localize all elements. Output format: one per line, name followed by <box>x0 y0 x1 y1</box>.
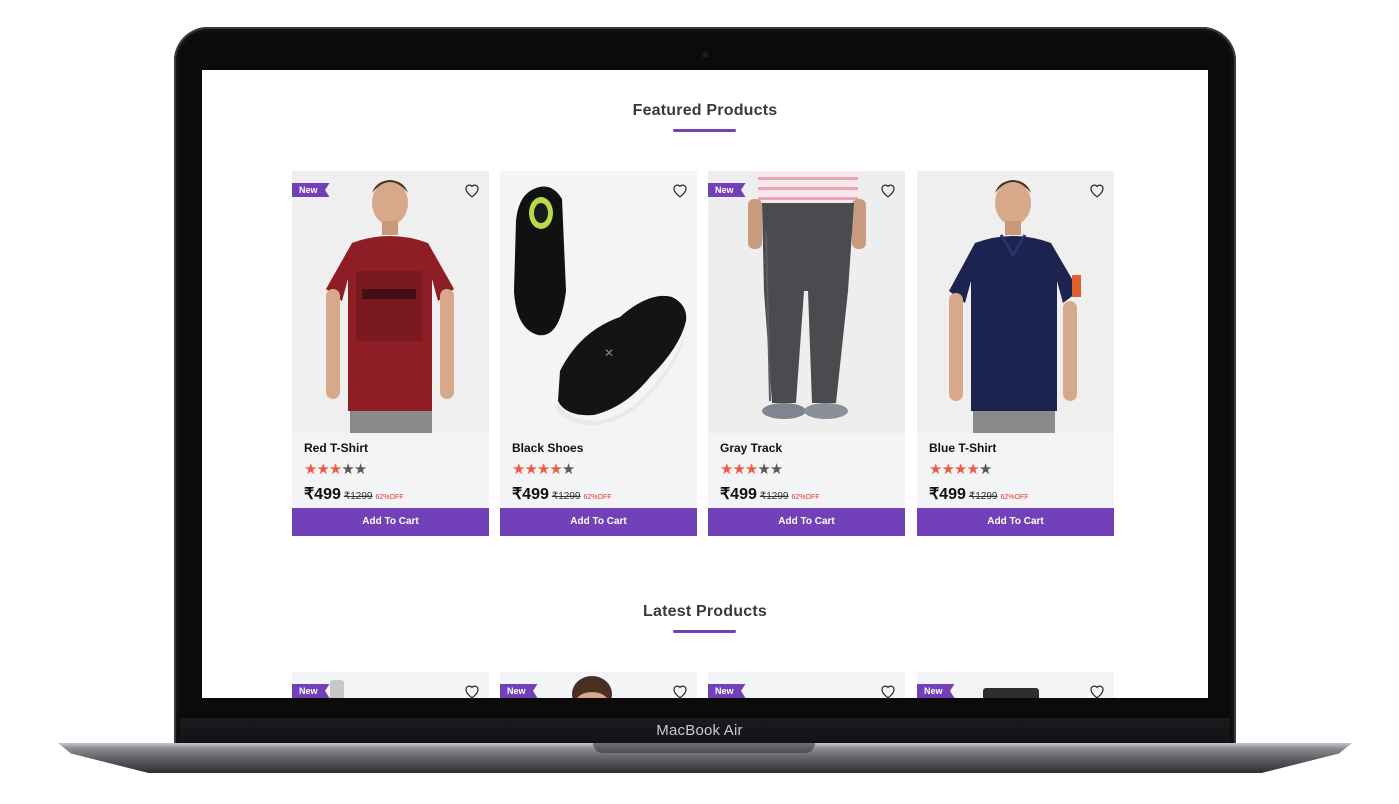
discount: 62%OFF <box>791 494 820 501</box>
product-name[interactable]: Red T-Shirt <box>304 441 368 455</box>
star-icon: ★ <box>757 461 770 478</box>
laptop-notch <box>593 743 815 753</box>
heart-outline-icon[interactable] <box>463 181 481 199</box>
camera-icon <box>702 52 708 58</box>
old-price: ₹1299 <box>343 491 373 502</box>
heart-outline-icon[interactable] <box>1088 682 1106 698</box>
discount: 62%OFF <box>375 494 404 501</box>
product-card[interactable]: New <box>292 672 489 698</box>
product-image[interactable]: ✕ <box>500 171 697 433</box>
svg-text:✕: ✕ <box>604 346 614 360</box>
old-price: ₹1299 <box>551 491 581 502</box>
add-to-cart-button[interactable]: Add To Cart <box>708 508 905 536</box>
product-card[interactable]: New Gray Track ★★★★★ ₹499 ₹1299 62%OFF Add… <box>708 171 905 536</box>
star-icon: ★ <box>929 461 942 478</box>
star-icon: ★ <box>316 461 329 478</box>
star-icon: ★ <box>732 461 745 478</box>
heart-outline-icon[interactable] <box>463 682 481 698</box>
heart-outline-icon[interactable] <box>1088 181 1106 199</box>
rating-stars: ★★★★★ <box>304 461 367 478</box>
star-icon: ★ <box>769 461 783 478</box>
heart-outline-icon[interactable] <box>671 682 689 698</box>
add-to-cart-button[interactable]: Add To Cart <box>917 508 1114 536</box>
blue-tshirt-photo <box>917 171 1114 433</box>
star-icon: ★ <box>353 461 367 478</box>
star-icon: ★ <box>966 461 979 478</box>
star-icon: ★ <box>953 461 967 478</box>
new-badge: New <box>292 183 330 197</box>
device-label: MacBook Air <box>656 722 743 739</box>
black-shoes-photo: ✕ <box>500 171 697 433</box>
price-row: ₹499 ₹1299 62%OFF <box>929 484 1029 504</box>
new-badge: New <box>500 684 538 698</box>
featured-title-underline <box>673 129 736 132</box>
heart-outline-icon[interactable] <box>879 682 897 698</box>
price: ₹499 <box>929 486 966 503</box>
product-card[interactable]: Blue T-Shirt ★★★★★ ₹499 ₹1299 62%OFF Add T… <box>917 171 1114 536</box>
price-row: ₹499 ₹1299 62%OFF <box>512 484 612 504</box>
price-row: ₹499 ₹1299 62%OFF <box>720 484 820 504</box>
star-icon: ★ <box>304 461 317 478</box>
price: ₹499 <box>720 486 757 503</box>
red-tshirt-photo <box>292 171 489 433</box>
new-badge: New <box>708 183 746 197</box>
price: ₹499 <box>512 486 549 503</box>
rating-stars: ★★★★★ <box>929 461 992 478</box>
screen: Featured Products New Red T-Shirt ★★★★★ … <box>202 70 1208 698</box>
new-badge: New <box>917 684 955 698</box>
star-icon: ★ <box>341 461 354 478</box>
star-icon: ★ <box>328 461 342 478</box>
product-card[interactable]: New <box>500 672 697 698</box>
product-image[interactable] <box>917 171 1114 433</box>
product-card[interactable]: New <box>917 672 1114 698</box>
discount: 62%OFF <box>583 494 612 501</box>
star-icon: ★ <box>978 461 992 478</box>
price: ₹499 <box>304 486 341 503</box>
heart-outline-icon[interactable] <box>879 181 897 199</box>
star-icon: ★ <box>512 461 525 478</box>
star-icon: ★ <box>941 461 954 478</box>
product-card[interactable]: ✕ Black Shoes ★★★★★ ₹499 ₹1299 62%OFF Add … <box>500 171 697 536</box>
product-card[interactable]: New <box>708 672 905 698</box>
star-icon: ★ <box>536 461 550 478</box>
old-price: ₹1299 <box>759 491 789 502</box>
latest-title: Latest Products <box>643 603 767 620</box>
rating-stars: ★★★★★ <box>720 461 783 478</box>
heart-outline-icon[interactable] <box>671 181 689 199</box>
discount: 62%OFF <box>1000 494 1029 501</box>
add-to-cart-button[interactable]: Add To Cart <box>292 508 489 536</box>
add-to-cart-button[interactable]: Add To Cart <box>500 508 697 536</box>
star-icon: ★ <box>549 461 562 478</box>
product-name[interactable]: Gray Track <box>720 441 782 455</box>
star-icon: ★ <box>720 461 733 478</box>
star-icon: ★ <box>524 461 537 478</box>
latest-title-underline <box>673 630 736 633</box>
star-icon: ★ <box>744 461 758 478</box>
featured-title: Featured Products <box>632 102 778 119</box>
product-card[interactable]: New Red T-Shirt ★★★★★ ₹499 ₹1299 62%OFF Ad… <box>292 171 489 536</box>
product-name[interactable]: Blue T-Shirt <box>929 441 996 455</box>
new-badge: New <box>708 684 746 698</box>
product-image[interactable]: New <box>708 171 905 433</box>
price-row: ₹499 ₹1299 62%OFF <box>304 484 404 504</box>
gray-track-photo <box>708 171 905 433</box>
rating-stars: ★★★★★ <box>512 461 575 478</box>
product-image[interactable]: New <box>292 171 489 433</box>
new-badge: New <box>292 684 330 698</box>
star-icon: ★ <box>561 461 575 478</box>
product-name[interactable]: Black Shoes <box>512 441 583 455</box>
old-price: ₹1299 <box>968 491 998 502</box>
